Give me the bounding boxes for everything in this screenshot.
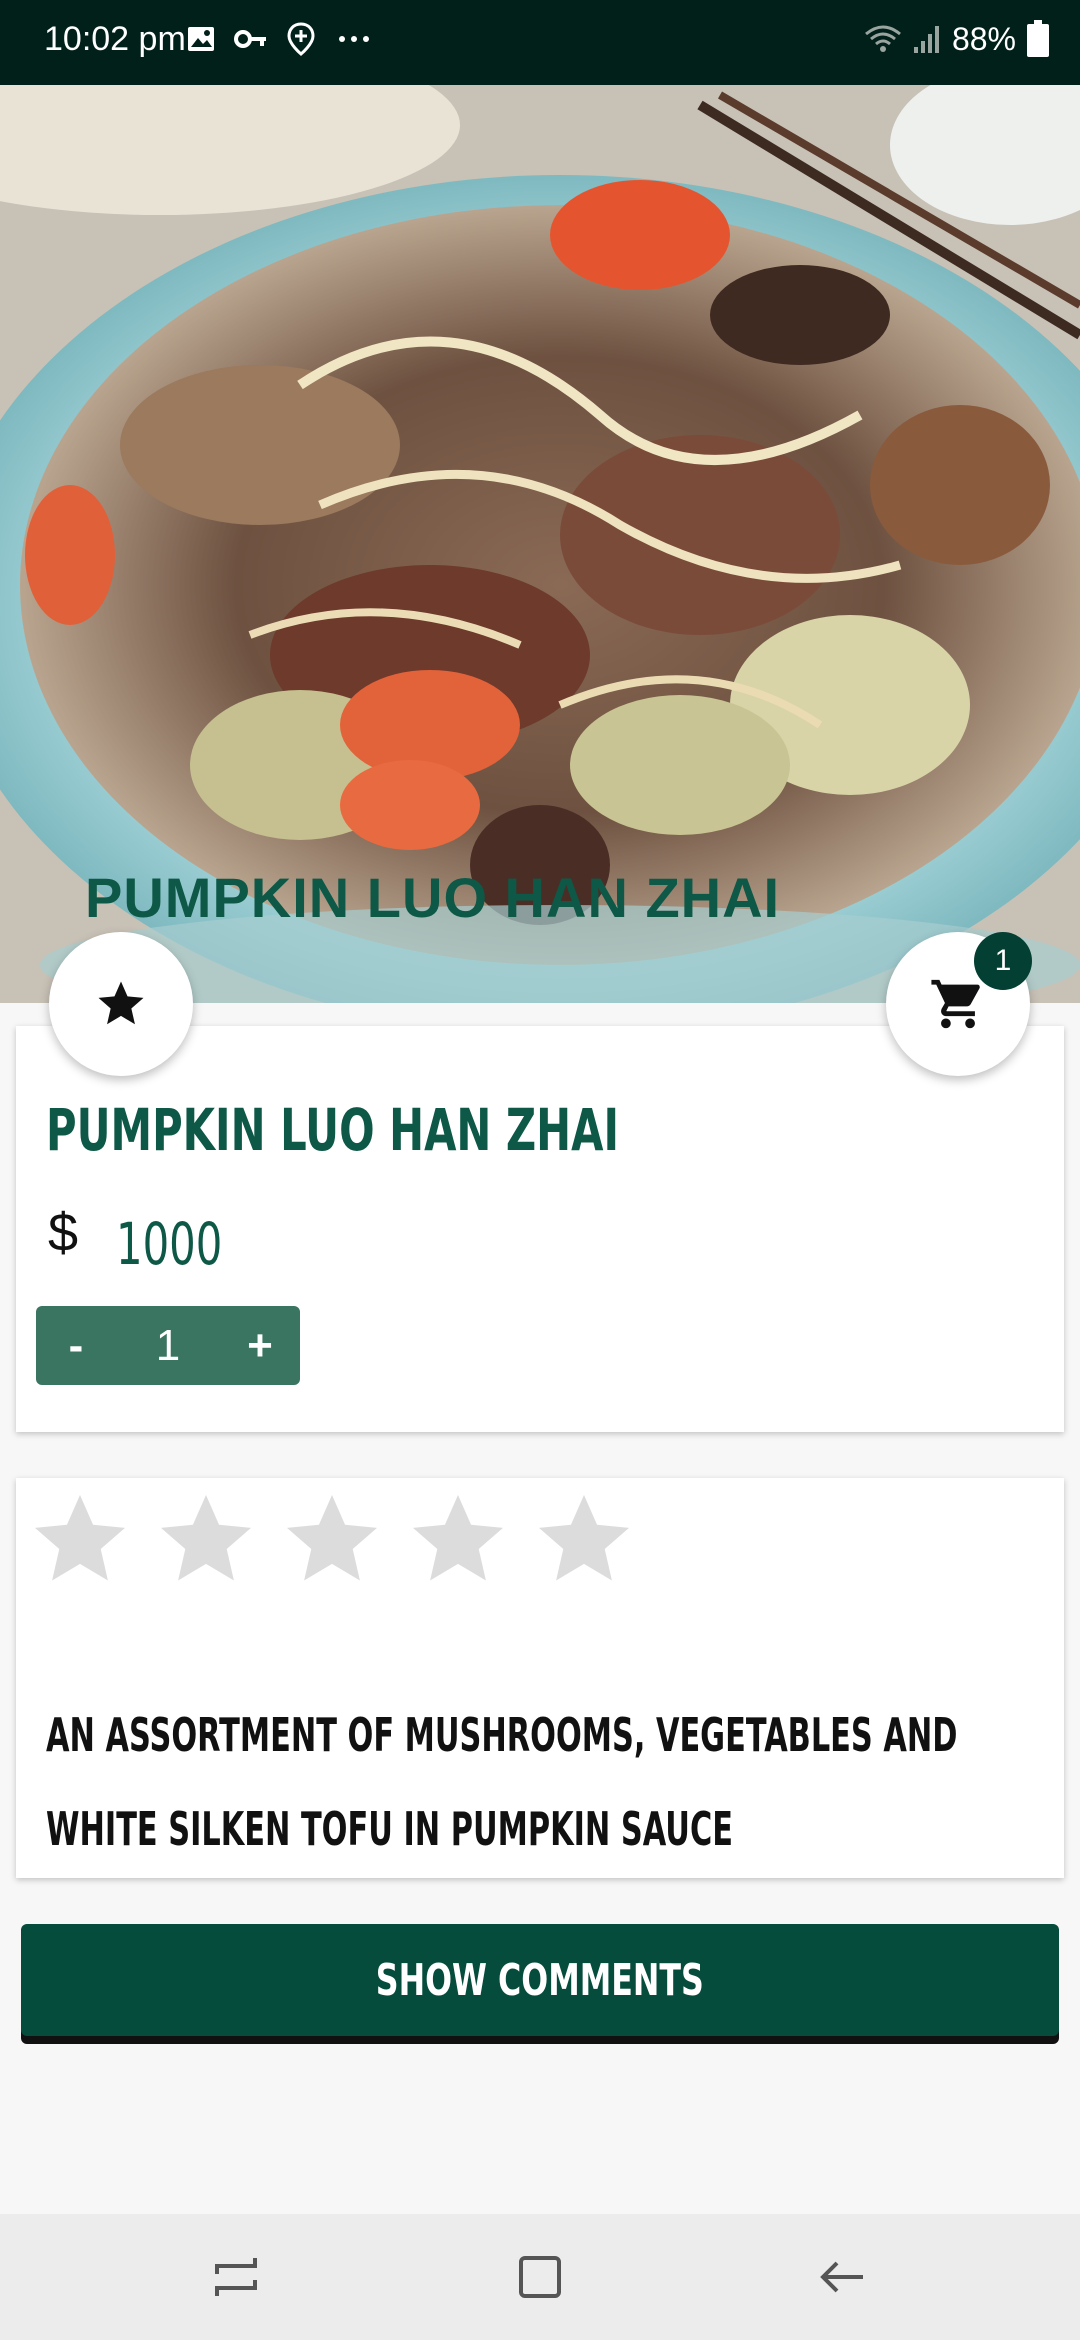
rating-bar[interactable] — [26, 1486, 638, 1594]
hero-title: PUMPKIN LUO HAN ZHAI — [85, 866, 781, 929]
back-button[interactable] — [812, 2247, 872, 2307]
quantity-stepper: - 1 + — [36, 1306, 300, 1385]
cart-count-badge: 1 — [974, 932, 1032, 990]
product-info-card: PUMPKIN LUO HAN ZHAI $ 1000 - 1 + — [16, 1026, 1064, 1432]
quantity-value: 1 — [155, 1320, 181, 1370]
star-icon — [98, 981, 144, 1025]
favorite-button[interactable] — [49, 932, 193, 1076]
wifi-icon — [865, 25, 901, 52]
system-nav-bar — [0, 2214, 1080, 2340]
recents-button[interactable] — [206, 2247, 266, 2307]
location-add-icon — [287, 22, 315, 56]
product-description: AN ASSORTMENT OF MUSHROOMS, VEGETABLES A… — [46, 1708, 958, 1856]
status-icons-left — [186, 22, 374, 56]
recents-icon — [215, 2258, 257, 2296]
key-icon — [234, 30, 266, 48]
decrease-quantity-button[interactable]: - — [36, 1306, 116, 1385]
image-icon — [188, 27, 214, 51]
home-icon — [519, 2256, 561, 2298]
rating-star-1[interactable] — [26, 1486, 134, 1594]
product-price: 1000 — [116, 1210, 223, 1278]
back-icon — [820, 2261, 863, 2293]
home-button[interactable] — [510, 2247, 570, 2307]
status-bar: 10:02 pm 88% — [0, 0, 1080, 85]
product-description-card: AN ASSORTMENT OF MUSHROOMS, VEGETABLES A… — [16, 1478, 1064, 1878]
more-dots-icon — [339, 36, 369, 42]
currency-symbol: $ — [48, 1203, 79, 1263]
rating-star-4[interactable] — [404, 1486, 512, 1594]
show-comments-button[interactable]: SHOW COMMENTS — [21, 1924, 1059, 2036]
battery-percent: 88% — [951, 20, 1016, 57]
rating-star-3[interactable] — [278, 1486, 386, 1594]
show-comments-label: SHOW COMMENTS — [375, 1954, 705, 2006]
dish-hero-image: PUMPKIN LUO HAN ZHAI — [0, 85, 1080, 1003]
battery-icon — [1027, 20, 1049, 57]
product-name: PUMPKIN LUO HAN ZHAI — [46, 1096, 619, 1164]
status-time: 10:02 pm — [44, 20, 186, 58]
signal-icon — [913, 26, 939, 53]
status-icons-right: 88% — [864, 20, 1050, 58]
increase-quantity-button[interactable]: + — [220, 1306, 300, 1385]
cart-icon — [931, 979, 980, 1029]
rating-star-5[interactable] — [530, 1486, 638, 1594]
rating-star-2[interactable] — [152, 1486, 260, 1594]
